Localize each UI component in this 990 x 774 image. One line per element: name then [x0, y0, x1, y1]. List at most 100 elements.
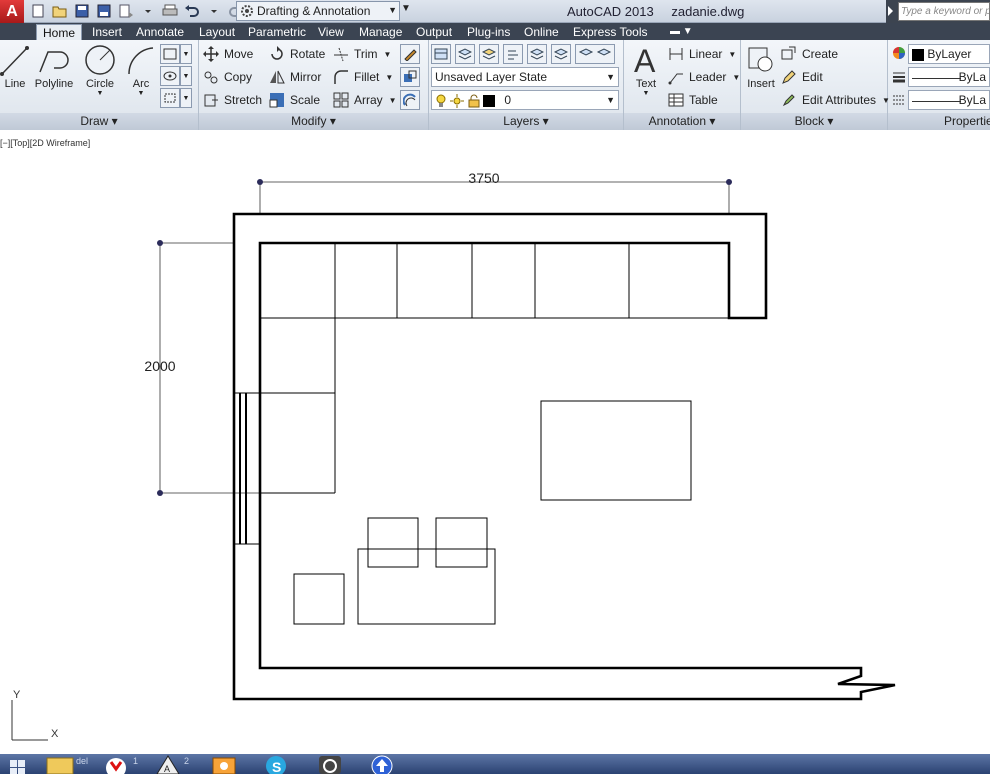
upload-icon[interactable]	[364, 754, 400, 774]
tab-plug-ins[interactable]: Plug-ins	[461, 24, 516, 40]
polyline-button[interactable]: Polyline	[32, 42, 76, 90]
chevron-down-icon[interactable]: ▼	[389, 96, 397, 105]
chevron-down-icon[interactable]: ▼	[628, 90, 664, 97]
insert-button[interactable]: Insert	[743, 42, 779, 90]
chevron-down-icon[interactable]: ▼	[728, 50, 736, 59]
viewport-controls[interactable]: [−][Top][2D Wireframe]	[0, 138, 90, 148]
save-as-icon[interactable]	[94, 2, 114, 20]
layer-state-select[interactable]: Unsaved Layer State ▼	[431, 67, 619, 87]
search-app-icon[interactable]	[312, 754, 348, 774]
chevron-down-icon[interactable]: ▼	[124, 90, 158, 97]
lineweight-select[interactable]: ByLa	[908, 67, 990, 87]
lineweight-icon[interactable]	[892, 70, 906, 84]
trim-button[interactable]: Trim ▼	[333, 44, 391, 64]
rotate-button[interactable]: Rotate	[269, 44, 325, 64]
sofa-block[interactable]	[540, 400, 692, 501]
chevron-down-icon[interactable]: ▼	[180, 88, 192, 108]
stretch-button[interactable]: Stretch	[203, 90, 262, 110]
line-button[interactable]: Line	[0, 42, 30, 90]
ribbon-minimize-icon[interactable]: ▬ ▼	[670, 26, 693, 37]
copy-button[interactable]: Copy	[203, 67, 252, 87]
region-icon[interactable]	[160, 88, 180, 108]
linetype-icon[interactable]	[892, 93, 906, 107]
autocad-icon[interactable]: A	[150, 754, 186, 774]
scale-button[interactable]: Scale	[269, 90, 320, 110]
chevron-down-icon[interactable]: ▼	[384, 50, 392, 59]
draw-panel-title[interactable]: Draw ▾	[0, 113, 198, 130]
mirror-button[interactable]: Mirror	[269, 67, 321, 87]
array-button[interactable]: Array ▼	[333, 90, 397, 110]
layer-freeze-icon[interactable]	[575, 44, 615, 64]
fillet-button[interactable]: Fillet ▼	[333, 67, 393, 87]
layer-walk-icon[interactable]	[551, 44, 571, 64]
text-button[interactable]: A Text ▼	[628, 42, 664, 97]
linetype-select[interactable]: ByLa	[908, 90, 990, 110]
table-button[interactable]: Table	[668, 90, 718, 110]
tab-output[interactable]: Output	[410, 24, 458, 40]
publish-icon[interactable]	[116, 2, 136, 20]
kitchen-cabinets[interactable]	[260, 243, 729, 494]
edit-attributes-button[interactable]: Edit Attributes ▼	[781, 90, 890, 110]
save-icon[interactable]	[72, 2, 92, 20]
layer-isolate-icon[interactable]	[479, 44, 499, 64]
application-menu-button[interactable]: A	[0, 0, 24, 24]
color-select[interactable]: ByLayer	[908, 44, 990, 64]
layer-previous-icon[interactable]	[527, 44, 547, 64]
new-file-icon[interactable]	[28, 2, 48, 20]
color-wheel-icon[interactable]	[892, 46, 906, 60]
chevron-down-icon[interactable]: ▼	[732, 73, 740, 82]
tab-home[interactable]: Home	[36, 24, 83, 40]
block-panel-title[interactable]: Block ▾	[741, 113, 887, 130]
circle-button[interactable]: Circle ▼	[80, 42, 120, 97]
windows-start-icon[interactable]	[0, 754, 36, 774]
room-walls[interactable]	[232, 212, 896, 701]
create-block-button[interactable]: Create	[781, 44, 838, 64]
tab-manage[interactable]: Manage	[353, 24, 408, 40]
chevron-down-icon[interactable]: ▼	[180, 66, 192, 86]
modify-panel-title[interactable]: Modify ▾	[199, 113, 428, 130]
folder-icon[interactable]	[42, 754, 78, 774]
dimension-text-horizontal[interactable]: 3750	[468, 170, 499, 186]
tab-view[interactable]: View	[312, 24, 350, 40]
chevron-down-icon[interactable]	[204, 2, 224, 20]
workspace-select[interactable]: Drafting & Annotation ▼	[236, 1, 400, 21]
drawing-canvas[interactable]: 3750 2000 Y X	[0, 134, 990, 754]
arc-button[interactable]: Arc ▼	[124, 42, 158, 97]
open-folder-icon[interactable]	[50, 2, 70, 20]
move-button[interactable]: Move	[203, 44, 253, 64]
explode-icon[interactable]	[400, 67, 420, 87]
plot-icon[interactable]	[160, 2, 180, 20]
hatch-icon[interactable]	[160, 66, 180, 86]
tab-layout[interactable]: Layout	[193, 24, 241, 40]
chair-block[interactable]	[367, 517, 419, 568]
layer-states-icon[interactable]	[455, 44, 475, 64]
chevron-down-icon[interactable]	[138, 2, 158, 20]
linear-button[interactable]: Linear ▼	[668, 44, 736, 64]
layer-select[interactable]: 0 ▼	[431, 90, 619, 110]
rectangle-icon[interactable]	[160, 44, 180, 64]
edit-block-button[interactable]: Edit	[781, 67, 823, 87]
properties-panel-title[interactable]: Properties	[888, 113, 990, 130]
tab-insert[interactable]: Insert	[86, 24, 128, 40]
workspace-menu-icon[interactable]: ▼	[401, 3, 411, 14]
chevron-down-icon[interactable]: ▼	[385, 73, 393, 82]
tab-express-tools[interactable]: Express Tools	[567, 24, 653, 40]
chevron-down-icon[interactable]: ▼	[180, 44, 192, 64]
yandex-browser-icon[interactable]	[98, 754, 134, 774]
stool-block[interactable]	[293, 573, 345, 625]
tab-annotate[interactable]: Annotate	[130, 24, 190, 40]
undo-icon[interactable]	[182, 2, 202, 20]
offset-icon[interactable]	[400, 90, 420, 110]
paint-icon[interactable]	[206, 754, 242, 774]
search-input[interactable]: Type a keyword or p	[898, 2, 990, 21]
annotation-panel-title[interactable]: Annotation ▾	[624, 113, 740, 130]
dimension-text-vertical[interactable]: 2000	[144, 358, 175, 374]
layer-properties-icon[interactable]	[431, 44, 451, 64]
erase-icon[interactable]	[400, 44, 420, 64]
leader-button[interactable]: Leader ▼	[668, 67, 740, 87]
tab-parametric[interactable]: Parametric	[242, 24, 312, 40]
tab-online[interactable]: Online	[518, 24, 565, 40]
window-left-wall[interactable]	[234, 392, 260, 545]
skype-icon[interactable]: S	[258, 754, 294, 774]
chevron-down-icon[interactable]: ▼	[80, 90, 120, 97]
